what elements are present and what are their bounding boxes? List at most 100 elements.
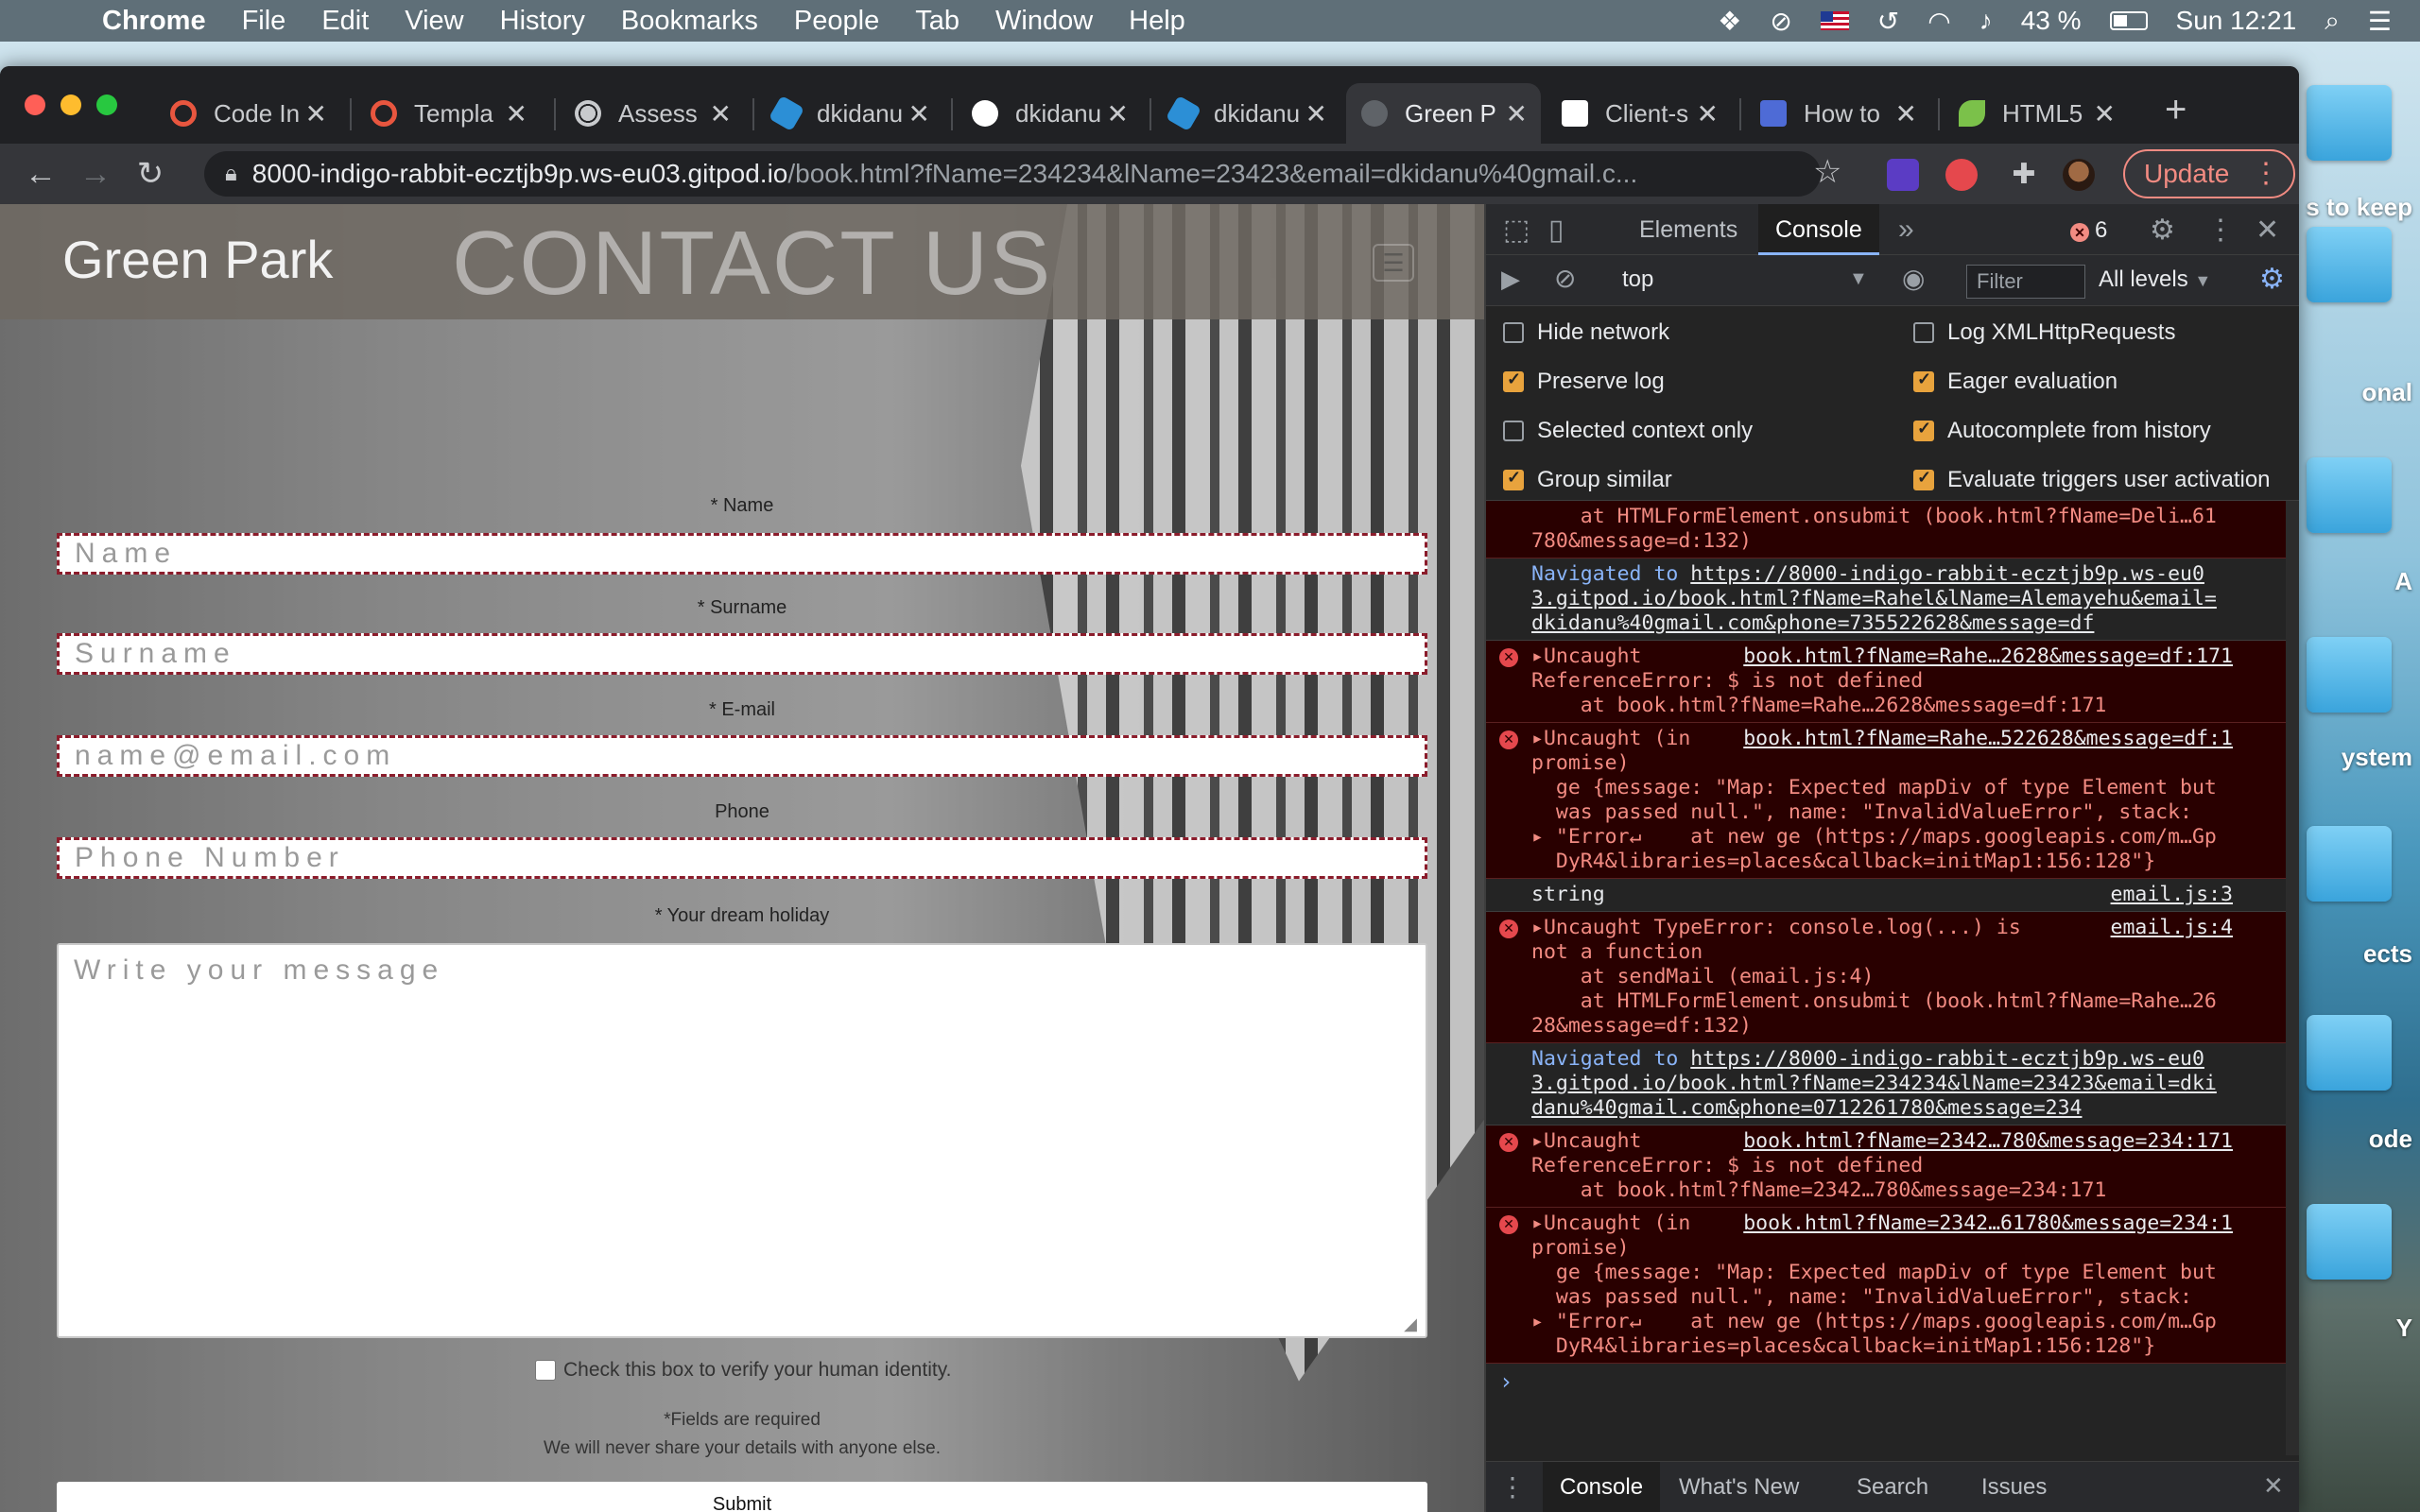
inspect-element-icon[interactable]: ⬚ bbox=[1503, 214, 1530, 247]
navigated-url[interactable]: https://8000-indigo-rabbit-ecztjb9p.ws-e… bbox=[1690, 1047, 2204, 1071]
browser-tab[interactable]: Client-s ✕ bbox=[1547, 83, 1732, 144]
more-tabs-icon[interactable]: » bbox=[1898, 214, 1914, 246]
menu-window[interactable]: Window bbox=[995, 6, 1093, 37]
group-similar-option[interactable]: Group similar bbox=[1503, 467, 1672, 493]
hamburger-menu-icon[interactable]: ☰ bbox=[1373, 244, 1414, 282]
spotlight-search-icon[interactable]: ⌕ bbox=[2325, 6, 2340, 37]
navigated-url[interactable]: https://8000-indigo-rabbit-ecztjb9p.ws-e… bbox=[1690, 562, 2204, 586]
human-verification-checkbox[interactable] bbox=[535, 1360, 556, 1381]
reload-button[interactable]: ↻ bbox=[123, 155, 178, 193]
update-button[interactable]: Update ⋮ bbox=[2123, 149, 2295, 198]
notification-center-icon[interactable]: ☰ bbox=[2368, 6, 2392, 37]
source-link[interactable]: book.html?fName=2342…61780&message=234:1 bbox=[1743, 1211, 2233, 1236]
selected-context-checkbox[interactable] bbox=[1503, 421, 1524, 441]
browser-tab[interactable]: Assess ✕ bbox=[560, 83, 745, 144]
navigated-url[interactable]: danu%40gmail.com&phone=0712261780&messag… bbox=[1531, 1096, 2082, 1120]
tab-console[interactable]: Console bbox=[1758, 204, 1879, 255]
menu-bookmarks[interactable]: Bookmarks bbox=[621, 6, 758, 37]
clear-console-icon[interactable]: ⊘ bbox=[1554, 263, 1576, 294]
source-link[interactable]: email.js:4 bbox=[2111, 916, 2233, 940]
volume-icon[interactable]: ♪ bbox=[1979, 6, 1993, 36]
console-scrollbar[interactable] bbox=[2286, 501, 2299, 1455]
source-link[interactable]: email.js:3 bbox=[2111, 883, 2233, 907]
battery-icon[interactable] bbox=[2109, 11, 2148, 30]
tab-close-icon[interactable]: ✕ bbox=[908, 98, 930, 129]
menu-edit[interactable]: Edit bbox=[321, 6, 369, 37]
navigated-url[interactable]: 3.gitpod.io/book.html?fName=Rahel&lName=… bbox=[1531, 587, 2217, 610]
browser-tab[interactable]: Code In ✕ bbox=[155, 83, 340, 144]
preserve-log-option[interactable]: Preserve log bbox=[1503, 369, 1665, 395]
extensions-puzzle-icon[interactable]: ✚ bbox=[2008, 159, 2040, 191]
extension-icon[interactable] bbox=[1945, 159, 1978, 191]
desktop-folder-icon[interactable] bbox=[2307, 1204, 2392, 1280]
sidebar-toggle-icon[interactable]: ▶︎ bbox=[1501, 265, 1520, 294]
site-brand[interactable]: Green Park bbox=[62, 229, 333, 290]
desktop-folder-icon[interactable] bbox=[2307, 826, 2392, 902]
eager-evaluation-checkbox[interactable] bbox=[1913, 369, 1934, 392]
tab-close-icon[interactable]: ✕ bbox=[506, 98, 527, 129]
console-filter-input[interactable]: Filter bbox=[1966, 265, 2085, 299]
error-count-badge[interactable]: ✕ 6 bbox=[2070, 217, 2107, 244]
time-machine-icon[interactable]: ↺ bbox=[1877, 6, 1899, 37]
tab-close-icon[interactable]: ✕ bbox=[710, 98, 732, 129]
navigated-url[interactable]: dkidanu%40gmail.com&phone=735522628&mess… bbox=[1531, 611, 2094, 635]
close-drawer-icon[interactable]: ✕ bbox=[2263, 1471, 2284, 1501]
navigated-url[interactable]: 3.gitpod.io/book.html?fName=234234&lName… bbox=[1531, 1072, 2217, 1095]
menu-help[interactable]: Help bbox=[1129, 6, 1185, 37]
back-button[interactable]: ← bbox=[13, 156, 68, 193]
drawer-tab-issues[interactable]: Issues bbox=[1981, 1462, 2047, 1512]
desktop-folder-icon[interactable] bbox=[2307, 637, 2392, 713]
tab-close-icon[interactable]: ✕ bbox=[1697, 98, 1719, 129]
source-link[interactable]: book.html?fName=2342…780&message=234:171 bbox=[1743, 1129, 2233, 1154]
tab-close-icon[interactable]: ✕ bbox=[1107, 98, 1129, 129]
browser-tab-active[interactable]: Green P ✕ bbox=[1346, 83, 1541, 144]
log-levels-dropdown[interactable]: All levels ▼ bbox=[2099, 266, 2211, 293]
tab-elements[interactable]: Elements bbox=[1639, 204, 1737, 255]
devtools-more-icon[interactable]: ⋮ bbox=[2206, 214, 2235, 247]
message-textarea[interactable]: Write your message ◢ bbox=[57, 943, 1427, 1338]
menu-tab[interactable]: Tab bbox=[915, 6, 959, 37]
browser-tab[interactable]: dkidanu ✕ bbox=[957, 83, 1142, 144]
user-activation-checkbox[interactable] bbox=[1913, 468, 1934, 490]
drawer-tab-search[interactable]: Search bbox=[1857, 1462, 1928, 1512]
log-xhr-option[interactable]: Log XMLHttpRequests bbox=[1913, 319, 2175, 346]
more-menu-icon[interactable]: ⋮ bbox=[2252, 157, 2280, 190]
drawer-more-icon[interactable]: ⋮ bbox=[1499, 1471, 1526, 1503]
browser-tab[interactable]: Templa ✕ bbox=[355, 83, 541, 144]
menu-view[interactable]: View bbox=[405, 6, 463, 37]
menu-people[interactable]: People bbox=[794, 6, 879, 37]
zoom-window-button[interactable] bbox=[96, 94, 117, 115]
browser-tab[interactable]: HTML5 ✕ bbox=[1944, 83, 2129, 144]
name-input[interactable]: Name bbox=[57, 533, 1427, 575]
menu-history[interactable]: History bbox=[500, 6, 585, 37]
close-window-button[interactable] bbox=[25, 94, 45, 115]
profile-avatar[interactable] bbox=[2063, 159, 2095, 191]
desktop-folder-icon[interactable] bbox=[2307, 1015, 2392, 1091]
vpn-icon[interactable]: ⊘ bbox=[1770, 6, 1791, 37]
browser-tab[interactable]: dkidanu ✕ bbox=[1155, 83, 1340, 144]
submit-button[interactable]: Submit bbox=[57, 1482, 1427, 1512]
bookmark-star-icon[interactable]: ☆ bbox=[1813, 153, 1841, 191]
resize-handle-icon[interactable]: ◢ bbox=[1404, 1314, 1424, 1334]
console-output[interactable]: at HTMLFormElement.onsubmit (book.html?f… bbox=[1486, 501, 2286, 1455]
surname-input[interactable]: Surname bbox=[57, 633, 1427, 675]
eager-evaluation-option[interactable]: Eager evaluation bbox=[1913, 369, 2118, 395]
log-xhr-checkbox[interactable] bbox=[1913, 322, 1934, 343]
forward-button[interactable]: → bbox=[68, 156, 123, 193]
hide-network-option[interactable]: Hide network bbox=[1503, 319, 1669, 346]
source-link[interactable]: book.html?fName=Rahe…2628&message=df:171 bbox=[1743, 644, 2233, 669]
lock-icon[interactable]: 🔒︎ bbox=[225, 161, 237, 187]
tab-close-icon[interactable]: ✕ bbox=[305, 98, 327, 129]
group-similar-checkbox[interactable] bbox=[1503, 468, 1524, 490]
context-selector[interactable]: top bbox=[1622, 266, 1653, 293]
extension-icon[interactable] bbox=[1887, 159, 1919, 191]
phone-input[interactable]: Phone Number bbox=[57, 837, 1427, 879]
source-link[interactable]: book.html?fName=Rahe…522628&message=df:1 bbox=[1743, 727, 2233, 751]
autocomplete-history-checkbox[interactable] bbox=[1913, 419, 1934, 441]
browser-tab[interactable]: dkidanu ✕ bbox=[758, 83, 943, 144]
chevron-down-icon[interactable]: ▼ bbox=[1849, 268, 1868, 290]
preserve-log-checkbox[interactable] bbox=[1503, 369, 1524, 392]
desktop-folder-icon[interactable] bbox=[2307, 457, 2392, 533]
minimize-window-button[interactable] bbox=[60, 94, 81, 115]
drawer-tab-whats-new[interactable]: What's New bbox=[1679, 1462, 1799, 1512]
